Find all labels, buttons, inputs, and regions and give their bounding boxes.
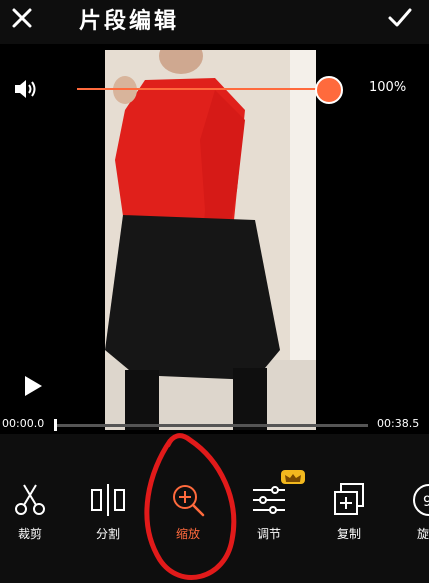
top-bar: 片段编辑 (0, 0, 429, 44)
svg-text:9: 9 (423, 494, 429, 510)
tool-crop[interactable]: 裁剪 (0, 470, 60, 550)
tool-label: 缩放 (175, 527, 200, 541)
volume-percent: 100% (369, 80, 407, 95)
playhead[interactable] (54, 419, 57, 431)
tool-zoom[interactable]: 缩放 (158, 470, 218, 550)
copy-plus-icon (334, 483, 364, 515)
edit-toolbar: 裁剪 分割 缩放 调节 复制 9 旋 (0, 470, 429, 550)
total-time: 00:38.5 (377, 417, 420, 430)
play-icon[interactable] (22, 374, 44, 398)
close-icon[interactable] (8, 4, 36, 32)
tool-split[interactable]: 分割 (78, 470, 138, 550)
split-icon (91, 484, 125, 516)
tool-rotate[interactable]: 9 旋 (399, 470, 429, 550)
check-icon[interactable] (386, 4, 414, 32)
tool-label: 裁剪 (17, 527, 42, 541)
volume-slider-track[interactable] (77, 88, 327, 90)
page-title: 片段编辑 (79, 9, 180, 34)
video-preview[interactable]: 100% (0, 44, 429, 434)
sliders-icon (253, 486, 285, 514)
tool-label: 调节 (256, 527, 281, 541)
volume-control: 100% (0, 69, 429, 109)
tool-label: 旋 (417, 527, 429, 541)
speaker-icon[interactable] (12, 76, 38, 102)
zoom-in-icon (173, 485, 205, 517)
tool-label: 分割 (95, 527, 120, 541)
rotate-icon: 9 (413, 484, 429, 516)
timeline-track[interactable] (56, 424, 368, 427)
tool-copy[interactable]: 复制 (319, 470, 379, 550)
crown-icon (281, 470, 305, 484)
tool-label: 复制 (336, 527, 361, 541)
timeline-scrubber: 00:00.0 00:38.5 (0, 415, 429, 435)
current-time: 00:00.0 (2, 417, 45, 430)
scissors-icon (15, 484, 45, 515)
volume-slider-handle[interactable] (315, 76, 343, 104)
